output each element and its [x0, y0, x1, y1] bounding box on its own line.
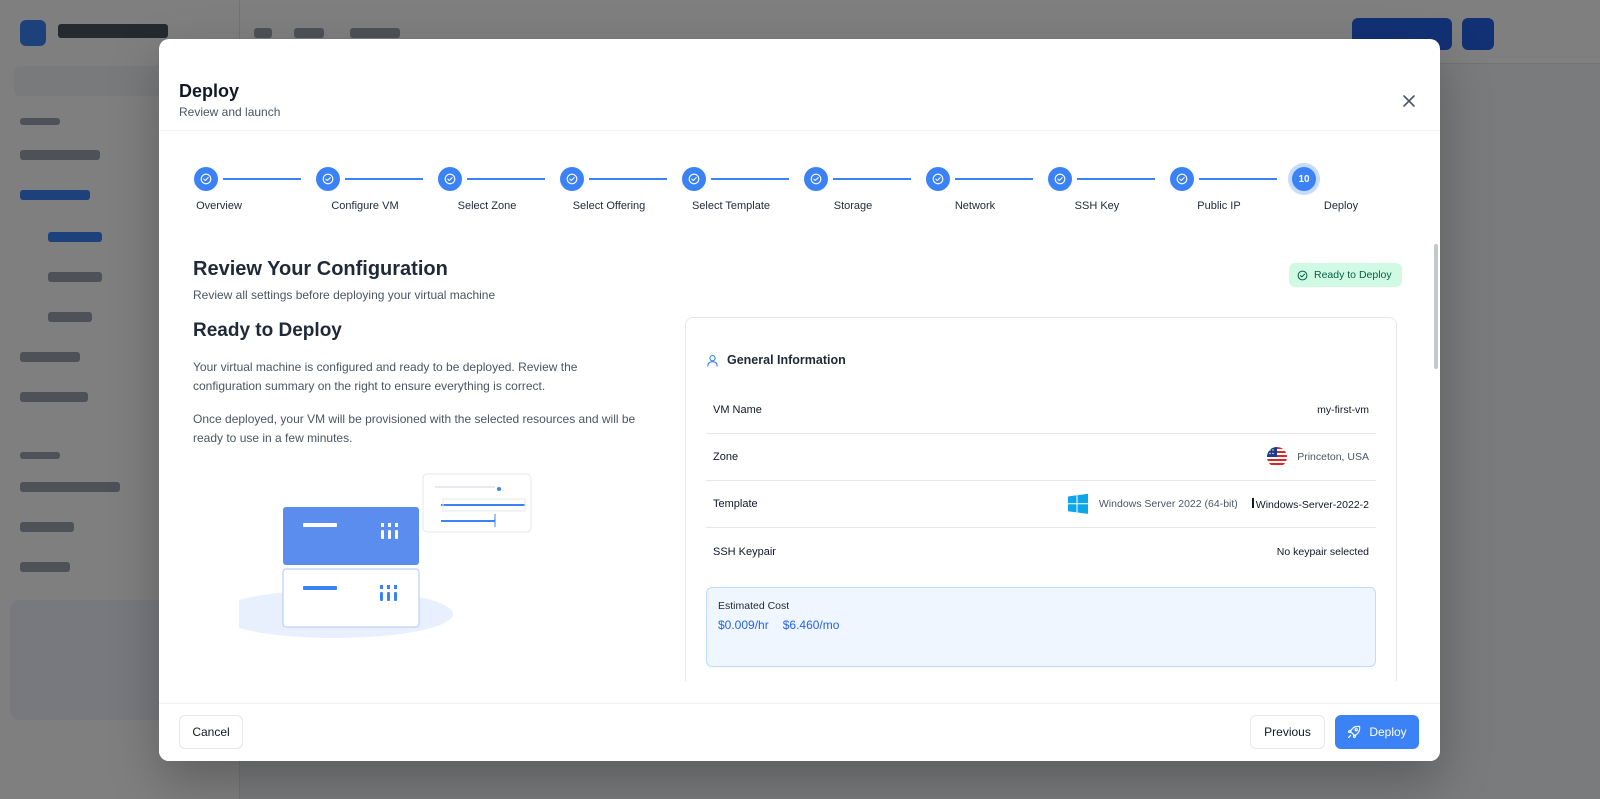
check-circle-icon [1054, 173, 1066, 185]
user-icon [707, 354, 718, 367]
general-information-card: General Information VM Name my-first-vm … [685, 317, 1397, 717]
step-complete-circle [438, 167, 462, 191]
monthly-cost: $6.460/mo [782, 618, 840, 632]
step-complete-circle [1048, 167, 1072, 191]
step-deploy[interactable]: 10 Deploy [1292, 167, 1412, 227]
previous-button[interactable]: Previous [1250, 715, 1325, 749]
server-illustration [217, 471, 539, 646]
step-public-ip[interactable]: Public IP [1170, 167, 1290, 227]
check-circle-icon [444, 173, 456, 185]
rocket-icon [1348, 725, 1361, 739]
modal-footer: Cancel Previous Deploy [159, 703, 1440, 761]
cancel-button[interactable]: Cancel [179, 715, 243, 749]
check-circle-icon [1176, 173, 1188, 185]
hourly-cost: $0.009/hr [718, 618, 769, 632]
general-information-title: General Information [727, 353, 846, 367]
status-badge-label: Ready to Deploy [1314, 269, 1392, 281]
modal-header: Deploy Review and launch [159, 39, 1440, 131]
check-circle-icon [566, 173, 578, 185]
template-row: Template Windows Server 2022 (64-bit) Wi… [706, 481, 1376, 528]
step-network[interactable]: Network [926, 167, 1046, 227]
us-flag-icon [1267, 447, 1288, 467]
status-badge: Ready to Deploy [1289, 263, 1402, 287]
modal-subtitle: Review and launch [179, 105, 281, 119]
step-label: Select Offering [572, 200, 646, 212]
vm-name-row: VM Name my-first-vm [706, 387, 1376, 434]
check-circle-icon [322, 173, 334, 185]
ssh-keypair-value: No keypair selected [1276, 545, 1369, 558]
zone-row: Zone Princeton, USA [706, 434, 1376, 481]
check-circle-icon [1297, 270, 1308, 280]
windows-logo-icon [1067, 493, 1088, 514]
check-circle-icon [810, 173, 822, 185]
step-complete-circle [1170, 167, 1194, 191]
template-label: Template [713, 498, 758, 510]
review-subtitle: Review all settings before deploying you… [193, 288, 496, 302]
close-icon [1403, 95, 1415, 107]
template-name: Windows Server 2022 (64-bit) [1098, 498, 1238, 510]
step-label: Select Zone [457, 200, 517, 212]
step-select-template[interactable]: Select Template [682, 167, 802, 227]
step-label: SSH Key [1074, 200, 1120, 212]
estimated-cost-label: Estimated Cost [718, 600, 790, 612]
modal-title: Deploy [179, 81, 240, 101]
vm-name-label: VM Name [713, 404, 762, 416]
step-label: Select Template [691, 200, 771, 212]
ssh-keypair-row: SSH Keypair No keypair selected [706, 528, 1376, 575]
zone-value: Princeton, USA [1297, 451, 1369, 463]
step-label: Network [954, 200, 996, 212]
step-label: Configure VM [331, 200, 399, 212]
progress-stepper: Overview Configure VM Select Zone Select… [159, 167, 1440, 227]
step-complete-circle [316, 167, 340, 191]
content-scrollbar[interactable] [1432, 131, 1440, 703]
template-id: Windows-Server-2022-2 [1255, 498, 1369, 511]
ssh-keypair-label: SSH Keypair [713, 545, 776, 558]
step-complete-circle [682, 167, 706, 191]
server-illustration-graphic [217, 473, 532, 638]
ready-description: Your virtual machine is configured and r… [193, 360, 578, 393]
zone-label: Zone [713, 451, 739, 463]
step-select-offering[interactable]: Select Offering [560, 167, 680, 227]
check-circle-icon [932, 173, 944, 185]
vm-name-value: my-first-vm [1317, 404, 1369, 416]
step-label: Overview [196, 200, 242, 212]
step-label: Storage [833, 200, 873, 212]
step-storage[interactable]: Storage [804, 167, 924, 227]
step-complete-circle [926, 167, 950, 191]
step-complete-circle [804, 167, 828, 191]
ready-title: Ready to Deploy [193, 320, 342, 341]
step-complete-circle [560, 167, 584, 191]
step-complete-circle [194, 167, 218, 191]
deploy-modal: Deploy Review and launch Overview Config… [159, 39, 1440, 761]
step-ssh-key[interactable]: SSH Key [1048, 167, 1168, 227]
check-circle-icon [688, 173, 700, 185]
deploy-button[interactable]: Deploy [1335, 715, 1419, 749]
general-information-header: General Information [706, 353, 846, 367]
review-title: Review Your Configuration [193, 258, 448, 280]
step-select-zone[interactable]: Select Zone [438, 167, 558, 227]
step-label: Public IP [1197, 200, 1241, 212]
step-current-circle: 10 [1292, 167, 1316, 191]
close-button[interactable] [1398, 90, 1420, 112]
step-label: Deploy [1323, 200, 1359, 212]
step-configure-vm[interactable]: Configure VM [316, 167, 436, 227]
step-overview[interactable]: Overview [194, 167, 314, 227]
scrollbar-thumb[interactable] [1434, 244, 1438, 369]
ready-note: Once deployed, your VM will be provision… [193, 412, 636, 445]
check-circle-icon [200, 173, 212, 185]
estimated-cost-box: Estimated Cost $0.009/hr $6.460/mo [706, 587, 1376, 667]
